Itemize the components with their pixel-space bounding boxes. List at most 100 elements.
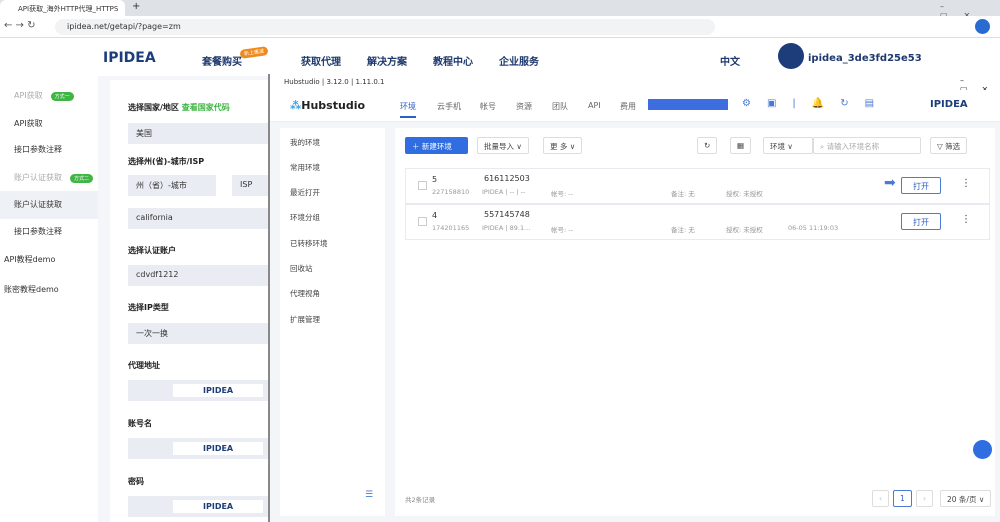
table-row[interactable]: 4 174201165 557145748 IPIDEA | 89.1... 帐… [405, 204, 990, 240]
total-records: 共2条记录 [405, 496, 436, 504]
row-checkbox[interactable] [418, 217, 427, 226]
url-text: ipidea.net/getapi/?page=zm [67, 22, 181, 31]
language-select[interactable]: 中文 [720, 53, 740, 68]
username[interactable]: ipidea_3de3fd25e53 [808, 53, 922, 64]
proxy-address-field[interactable]: IPIDEA [128, 380, 273, 401]
left-menu: API获取 方式一 API获取 接口参数注释 账户认证获取 方式二 账户认证获取 接… [0, 76, 98, 522]
hub-tab-account[interactable]: 帐号 [480, 101, 496, 112]
table-row[interactable]: 5 227158810 616112503 IPIDEA | -- | -- 帐… [405, 168, 990, 204]
browser-tab-bar: API获取_海外HTTP代理_HTTPS + –▢✕ [0, 0, 1000, 20]
prev-page[interactable]: ‹ [872, 490, 889, 507]
page-1[interactable]: 1 [893, 490, 912, 507]
country-select[interactable]: 美国 [128, 123, 273, 144]
new-tab-icon[interactable]: + [132, 1, 140, 12]
nav-back-forward-reload-icons[interactable]: ← → ↻ [4, 20, 36, 31]
side-extensions[interactable]: 扩展管理 [290, 314, 320, 325]
nav-get-proxy[interactable]: 获取代理 [301, 53, 341, 68]
menu-item-auth-params[interactable]: 接口参数注释 [0, 218, 98, 246]
side-transferred[interactable]: 已转移环境 [290, 238, 328, 249]
row-checkbox[interactable] [418, 181, 427, 190]
promo-banner[interactable] [648, 99, 728, 110]
url-input[interactable]: ipidea.net/getapi/?page=zm [55, 19, 715, 35]
refresh-icon[interactable]: ↻ [697, 137, 718, 154]
nav-enterprise[interactable]: 企业服务 [499, 53, 539, 68]
menu-item-auth[interactable]: 账户认证获取 [0, 191, 98, 219]
side-recycle[interactable]: 回收站 [290, 263, 313, 274]
isp-select[interactable]: ISP [232, 175, 272, 196]
row-id: 174201165 [432, 224, 470, 232]
side-my-env[interactable]: 我的环境 [290, 137, 320, 148]
row-more-icon[interactable]: ⋮ [961, 178, 971, 189]
hub-toolbar-icons[interactable]: ⚙▣|🔔↻▤ [742, 98, 890, 109]
hub-tab-team[interactable]: 团队 [552, 101, 568, 112]
env-list-panel: ＋ 新建环境 批量导入 ∨ 更 多 ∨ ↻ ▦ 环境 ∨ ⌕ 请输入环境名称 ▽… [395, 128, 995, 516]
row-name[interactable]: 557145748 [484, 210, 530, 219]
hub-tab-api[interactable]: API [588, 101, 601, 110]
hub-sidebar: 我的环境 常用环境 最近打开 环境分组 已转移环境 回收站 代理视角 扩展管理 … [280, 128, 385, 516]
hub-tab-env[interactable]: 环境 [400, 101, 416, 118]
menu-pwd-demo[interactable]: 账密教程demo [0, 276, 98, 304]
password-label: 密码 [128, 477, 144, 486]
menu-group-auth[interactable]: 账户认证获取 方式二 [0, 164, 98, 192]
hub-tab-phone[interactable]: 云手机 [437, 101, 461, 112]
next-page[interactable]: › [916, 490, 933, 507]
side-common-env[interactable]: 常用环境 [290, 162, 320, 173]
filter-button[interactable]: ▽ 筛选 [930, 137, 968, 154]
page-size-select[interactable]: 20 条/页 ∨ [940, 490, 992, 507]
open-button[interactable]: 打开 [901, 213, 941, 230]
row-more-icon[interactable]: ⋮ [961, 214, 971, 225]
menu-api-demo[interactable]: API教程demo [0, 246, 98, 274]
side-recent[interactable]: 最近打开 [290, 187, 320, 198]
state-select[interactable]: 州（省）-城市 [128, 175, 216, 196]
menu-item-api[interactable]: API获取 [0, 110, 98, 138]
env-search-input[interactable]: ⌕ 请输入环境名称 [813, 137, 921, 154]
hub-tab-fees[interactable]: 费用 [620, 101, 636, 112]
row-account: 帐号: -- [551, 226, 573, 234]
row-num: 4 [432, 211, 438, 220]
row-auth: 授权: 未授权 [726, 226, 763, 234]
row-name[interactable]: 616112503 [484, 174, 530, 183]
row-id: 227158810 [432, 188, 470, 196]
promo-badge: 新上惠减 [239, 46, 269, 59]
side-proxy-view[interactable]: 代理视角 [290, 288, 320, 299]
account-label: 选择认证账户 [128, 246, 176, 255]
row-auth: 授权: 未授权 [726, 190, 763, 198]
ip-type-select[interactable]: 一次一换 [128, 323, 273, 344]
collapse-icon[interactable]: ☰ [365, 490, 373, 500]
open-button[interactable]: 打开 [901, 177, 941, 194]
ip-type-label: 选择IP类型 [128, 303, 169, 312]
nav-packages[interactable]: 套餐购买 [202, 53, 242, 68]
username-field[interactable]: IPIDEA [128, 438, 273, 459]
hub-logo: ⁂Hubstudio [290, 99, 366, 112]
nav-solutions[interactable]: 解决方案 [367, 53, 407, 68]
user-avatar[interactable] [778, 43, 804, 69]
new-env-button[interactable]: ＋ 新建环境 [405, 137, 468, 154]
menu-item-api-params[interactable]: 接口参数注释 [0, 136, 98, 164]
row-num: 5 [432, 175, 438, 184]
hubstudio-window: Hubstudio | 3.12.0 | 1.11.0.1 –▢✕ ⁂Hubst… [268, 74, 1000, 522]
account-select[interactable]: cdvdf1212 [128, 265, 273, 286]
country-code-link[interactable]: 查看国家代码 [182, 103, 230, 112]
grid-icon[interactable]: ▦ [730, 137, 752, 154]
float-help-button[interactable] [973, 440, 992, 459]
side-groups[interactable]: 环境分组 [290, 212, 320, 223]
address-bar-row: ← → ↻ ipidea.net/getapi/?page=zm [0, 16, 1000, 38]
row-note: 备注: 无 [671, 190, 695, 198]
row-time: 06-05 11:19:03 [788, 224, 839, 232]
hub-brand: IPIDEA [930, 99, 968, 110]
proxy-form: 选择国家/地区 查看国家代码 美国 选择州(省)-城市/ISP 州（省）-城市 … [110, 80, 273, 522]
site-header: IPIDEA 套餐购买 新上惠减 获取代理 解决方案 教程中心 企业服务 中文 … [0, 38, 1000, 76]
menu-group-api[interactable]: API获取 方式一 [0, 82, 98, 110]
site-logo[interactable]: IPIDEA [103, 50, 156, 66]
nav-tutorials[interactable]: 教程中心 [433, 53, 473, 68]
username-label: 账号名 [128, 419, 152, 428]
password-field[interactable]: IPIDEA [128, 496, 273, 517]
profile-avatar[interactable] [975, 19, 990, 34]
env-filter-select[interactable]: 环境 ∨ [763, 137, 813, 154]
hub-tab-resource[interactable]: 资源 [516, 101, 532, 112]
row-account: 帐号: -- [551, 190, 573, 198]
more-button[interactable]: 更 多 ∨ [543, 137, 583, 154]
state-value-select[interactable]: california [128, 208, 273, 229]
browser-tab[interactable]: API获取_海外HTTP代理_HTTPS [0, 0, 125, 16]
batch-import-button[interactable]: 批量导入 ∨ [477, 137, 529, 154]
